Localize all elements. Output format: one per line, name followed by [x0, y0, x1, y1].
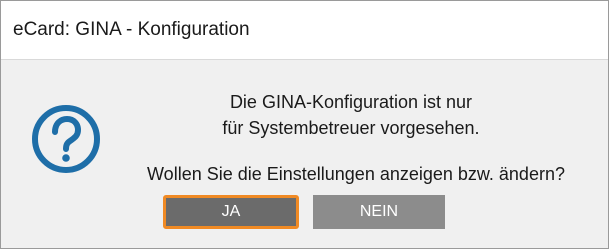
- message-line-2: für Systembetreuer vorgesehen.: [222, 118, 480, 138]
- dialog-message: Die GINA-Konfiguration ist nur für Syste…: [171, 89, 531, 141]
- title-bar: eCard: GINA - Konfiguration: [1, 1, 608, 60]
- message-line-1: Die GINA-Konfiguration ist nur: [229, 92, 473, 112]
- question-mark-circle-icon: [30, 103, 102, 175]
- confirmation-dialog: eCard: GINA - Konfiguration Die GINA-Kon…: [0, 0, 609, 249]
- yes-button[interactable]: JA: [163, 195, 299, 229]
- window-title: eCard: GINA - Konfiguration: [13, 19, 250, 40]
- dialog-question: Wollen Sie die Einstellungen anzeigen bz…: [147, 164, 565, 184]
- no-button[interactable]: NEIN: [313, 195, 445, 229]
